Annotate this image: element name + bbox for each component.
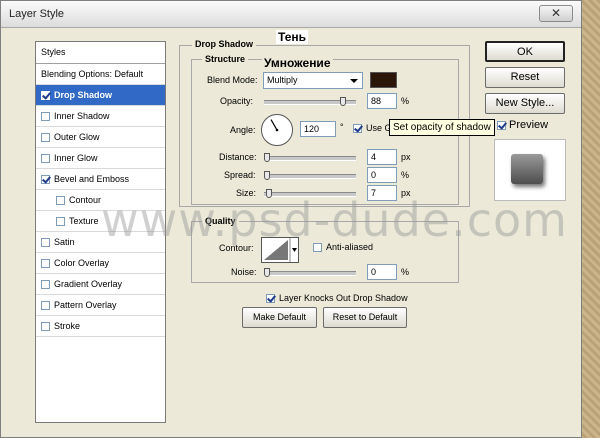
angle-unit: ° bbox=[340, 122, 344, 132]
style-item-label: Color Overlay bbox=[54, 258, 110, 268]
style-item-label: Bevel and Emboss bbox=[54, 174, 130, 184]
style-item-stroke[interactable]: Stroke bbox=[36, 316, 165, 337]
opacity-label: Opacity: bbox=[220, 96, 254, 106]
style-item-checkbox[interactable] bbox=[41, 280, 50, 289]
style-item-label: Drop Shadow bbox=[54, 90, 112, 100]
russian-annotation-shadow: Тень bbox=[276, 30, 309, 44]
opacity-slider-thumb[interactable] bbox=[339, 97, 346, 106]
blend-mode-label: Blend Mode: bbox=[207, 75, 258, 85]
preview-square bbox=[511, 154, 543, 184]
opacity-unit: % bbox=[401, 96, 410, 106]
reset-to-default-button[interactable]: Reset to Default bbox=[323, 307, 407, 328]
spread-unit: % bbox=[401, 170, 410, 180]
styles-header[interactable]: Styles bbox=[36, 42, 165, 64]
preview-checkbox[interactable] bbox=[497, 121, 506, 130]
noise-unit: % bbox=[401, 267, 410, 277]
angle-input[interactable]: 120 bbox=[300, 121, 336, 137]
background-texture-right bbox=[580, 0, 600, 438]
spread-slider[interactable] bbox=[264, 171, 356, 180]
knockout-label: Layer Knocks Out Drop Shadow bbox=[279, 293, 408, 303]
angle-dial[interactable] bbox=[261, 114, 293, 146]
preview-thumbnail bbox=[494, 139, 566, 201]
opacity-input[interactable]: 88 bbox=[367, 93, 397, 109]
style-item-label: Inner Shadow bbox=[54, 111, 110, 121]
style-item-gradient-overlay[interactable]: Gradient Overlay bbox=[36, 274, 165, 295]
style-item-label: Outer Glow bbox=[54, 132, 100, 142]
style-item-label: Satin bbox=[54, 237, 75, 247]
style-item-label: Inner Glow bbox=[54, 153, 98, 163]
make-default-button[interactable]: Make Default bbox=[242, 307, 317, 328]
spread-input[interactable]: 0 bbox=[367, 167, 397, 183]
style-item-inner-shadow[interactable]: Inner Shadow bbox=[36, 106, 165, 127]
new-style-button[interactable]: New Style... bbox=[485, 93, 565, 114]
watermark-text: www.psd-dude.com bbox=[101, 193, 568, 247]
distance-unit: px bbox=[401, 152, 411, 162]
shadow-color-swatch[interactable] bbox=[370, 72, 397, 88]
window-title: Layer Style bbox=[9, 8, 65, 20]
angle-label: Angle: bbox=[230, 125, 256, 135]
noise-input[interactable]: 0 bbox=[367, 264, 397, 280]
opacity-tooltip: Set opacity of shadow bbox=[389, 119, 495, 136]
noise-slider-thumb[interactable] bbox=[264, 268, 270, 277]
distance-slider[interactable] bbox=[264, 153, 356, 162]
style-item-checkbox[interactable] bbox=[41, 112, 50, 121]
chevron-down-icon bbox=[350, 79, 358, 83]
style-item-checkbox[interactable] bbox=[41, 301, 50, 310]
style-item-label: Texture bbox=[69, 216, 99, 226]
opacity-slider[interactable] bbox=[264, 97, 356, 106]
style-item-checkbox[interactable] bbox=[41, 91, 50, 100]
blending-options-item[interactable]: Blending Options: Default bbox=[36, 64, 165, 85]
use-global-light-label: Use G bbox=[366, 123, 392, 133]
blend-mode-value: Multiply bbox=[267, 75, 298, 85]
title-bar[interactable]: Layer Style ✕ bbox=[1, 1, 581, 28]
distance-slider-thumb[interactable] bbox=[264, 153, 270, 162]
noise-label: Noise: bbox=[231, 267, 257, 277]
style-item-checkbox[interactable] bbox=[41, 154, 50, 163]
blend-mode-select[interactable]: Multiply bbox=[263, 72, 363, 89]
use-global-light-checkbox[interactable] bbox=[353, 124, 362, 133]
style-item-drop-shadow[interactable]: Drop Shadow bbox=[36, 85, 165, 106]
style-item-bevel-and-emboss[interactable]: Bevel and Emboss bbox=[36, 169, 165, 190]
noise-slider[interactable] bbox=[264, 268, 356, 277]
style-item-inner-glow[interactable]: Inner Glow bbox=[36, 148, 165, 169]
close-button[interactable]: ✕ bbox=[539, 5, 573, 22]
style-item-pattern-overlay[interactable]: Pattern Overlay bbox=[36, 295, 165, 316]
style-item-outer-glow[interactable]: Outer Glow bbox=[36, 127, 165, 148]
style-item-checkbox[interactable] bbox=[41, 238, 50, 247]
style-item-label: Stroke bbox=[54, 321, 81, 331]
distance-input[interactable]: 4 bbox=[367, 149, 397, 165]
spread-label: Spread: bbox=[224, 170, 256, 180]
ok-button[interactable]: OK bbox=[485, 41, 565, 62]
reset-button[interactable]: Reset bbox=[485, 67, 565, 88]
style-item-checkbox[interactable] bbox=[41, 259, 50, 268]
structure-label: Structure bbox=[202, 54, 249, 64]
drop-shadow-group-label: Drop Shadow bbox=[192, 39, 256, 49]
style-item-checkbox[interactable] bbox=[41, 133, 50, 142]
style-item-color-overlay[interactable]: Color Overlay bbox=[36, 253, 165, 274]
angle-needle-icon bbox=[270, 119, 279, 132]
russian-annotation-multiply: Умножение bbox=[262, 56, 333, 70]
style-item-checkbox[interactable] bbox=[41, 175, 50, 184]
style-item-checkbox[interactable] bbox=[56, 196, 65, 205]
style-item-checkbox[interactable] bbox=[41, 322, 50, 331]
style-item-label: Gradient Overlay bbox=[54, 279, 123, 289]
style-item-label: Contour bbox=[69, 195, 102, 205]
spread-slider-thumb[interactable] bbox=[264, 171, 270, 180]
knockout-checkbox[interactable] bbox=[266, 294, 275, 303]
style-item-label: Pattern Overlay bbox=[54, 300, 117, 310]
style-item-checkbox[interactable] bbox=[56, 217, 65, 226]
preview-label: Preview bbox=[509, 119, 549, 131]
distance-label: Distance: bbox=[219, 152, 257, 162]
